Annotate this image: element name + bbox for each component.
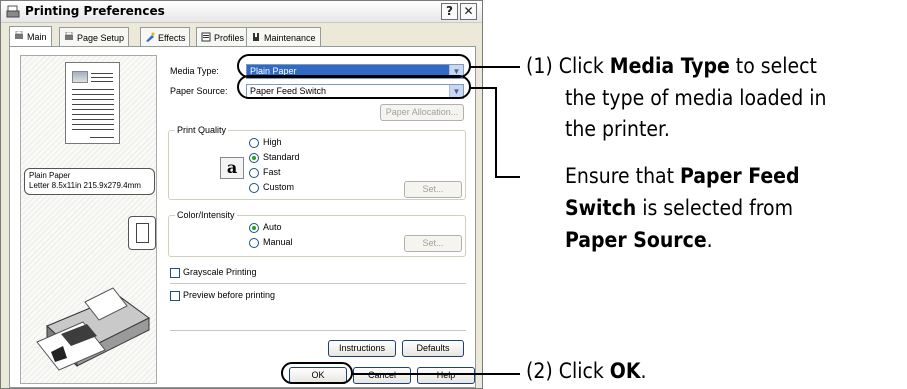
printer-tab-icon	[15, 31, 23, 39]
paper-source-label: Paper Source:	[170, 86, 228, 96]
quality-fast-label: Fast	[263, 167, 281, 177]
instructions-button[interactable]: Instructions	[328, 340, 396, 357]
tab-effects[interactable]: Effects	[140, 27, 191, 47]
tab-maintenance[interactable]: Maintenance	[246, 27, 321, 47]
preview-before-printing-label: Preview before printing	[183, 290, 276, 300]
profiles-icon	[201, 32, 211, 42]
divider	[170, 283, 466, 284]
color-intensity-title: Color/Intensity	[175, 210, 237, 220]
maintenance-icon	[253, 33, 259, 41]
tab-profiles[interactable]: Profiles	[196, 27, 250, 47]
effects-icon	[146, 32, 155, 42]
annotation-ensure-line-3: Paper Source.	[565, 228, 713, 252]
cancel-button[interactable]: Cancel	[353, 367, 411, 384]
annotation-ensure-line-1: Ensure that Paper Feed	[565, 164, 800, 188]
quality-fast-radio[interactable]	[249, 168, 259, 178]
grayscale-checkbox[interactable]	[170, 268, 180, 278]
quality-custom-radio[interactable]	[249, 183, 259, 193]
tab-page-setup[interactable]: Page Setup	[59, 27, 130, 47]
window-title: Printing Preferences	[25, 4, 165, 18]
quality-standard-label: Standard	[263, 152, 300, 162]
leader-line-1	[470, 66, 520, 68]
quality-high-radio[interactable]	[249, 138, 259, 148]
annotation-step-1-line-3: the printer.	[565, 117, 670, 141]
annotation-ensure-line-2: Switch is selected from	[565, 196, 793, 220]
annotation-step-2: (2) Click OK.	[526, 359, 647, 383]
color-auto-label: Auto	[263, 222, 282, 232]
color-manual-radio[interactable]	[249, 238, 259, 248]
color-set-button[interactable]: Set...	[404, 235, 462, 252]
print-quality-title: Print Quality	[175, 125, 229, 135]
divider	[170, 330, 466, 331]
preview-paper-size: Letter 8.5x11in 215.9x279.4mm	[29, 181, 141, 190]
paper-source-highlight	[237, 75, 471, 99]
quality-high-label: High	[263, 137, 282, 147]
annotation-step-1-line-2: the type of media loaded in	[565, 86, 827, 110]
defaults-button[interactable]: Defaults	[402, 340, 464, 357]
close-button[interactable]: ✕	[460, 3, 477, 20]
paper-allocation-button[interactable]: Paper Allocation...	[380, 104, 464, 121]
quality-custom-label: Custom	[263, 182, 295, 192]
preview-pane: Plain Paper Letter 8.5x11in 215.9x279.4m…	[20, 55, 157, 384]
leader-line-3	[352, 373, 520, 375]
help-button[interactable]: Help	[417, 367, 475, 384]
media-type-label: Media Type:	[170, 66, 219, 76]
help-title-button[interactable]: ?	[441, 3, 458, 20]
grayscale-label: Grayscale Printing	[183, 267, 257, 277]
tab-main[interactable]: Main	[9, 26, 52, 48]
page-setup-icon	[65, 32, 73, 40]
paper-orientation-icon	[128, 216, 156, 250]
printer-app-icon	[6, 5, 20, 18]
quality-preview-icon: a	[220, 157, 244, 179]
quality-set-button[interactable]: Set...	[404, 181, 462, 198]
annotation-step-1: (1) Click Media Type to select	[526, 54, 817, 78]
printer-illustration-icon	[36, 287, 150, 371]
quality-standard-radio[interactable]	[249, 153, 259, 163]
page-preview-image	[65, 62, 120, 144]
color-manual-label: Manual	[263, 237, 293, 247]
leader-line-2-vertical	[495, 87, 497, 177]
title-bar[interactable]: Printing Preferences ? ✕	[1, 1, 482, 23]
leader-line-2-end	[495, 176, 520, 178]
ok-highlight	[281, 362, 353, 384]
preview-media-type: Plain Paper	[29, 171, 71, 180]
preview-before-printing-checkbox[interactable]	[170, 291, 180, 301]
media-size-info: Plain Paper Letter 8.5x11in 215.9x279.4m…	[24, 168, 155, 195]
color-auto-radio[interactable]	[249, 223, 259, 233]
leader-line-2	[470, 87, 496, 89]
